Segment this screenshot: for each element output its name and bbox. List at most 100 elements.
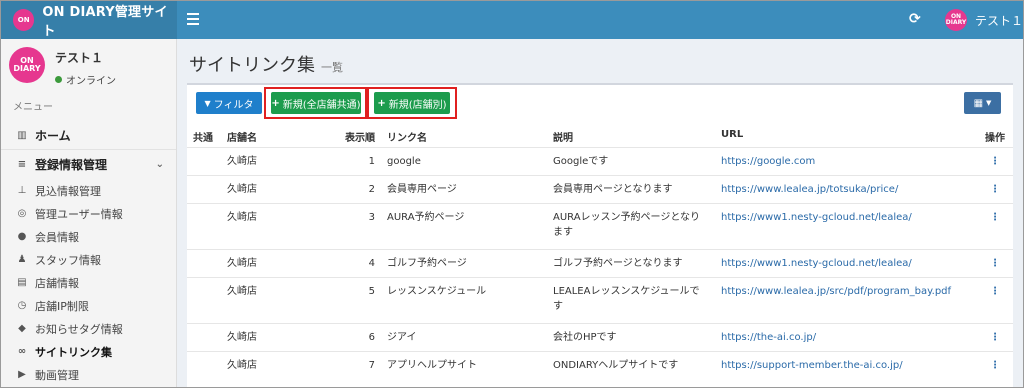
row-actions-icon[interactable]: ⋮ [977, 276, 1013, 323]
row-actions-icon[interactable]: ⋮ [977, 248, 1013, 277]
cell-url[interactable]: https://the-ai.co.jp/ [715, 322, 977, 351]
table-row[interactable]: 久崎店 7 アプリヘルプサイト ONDIARYヘルプサイトです https://… [187, 350, 1013, 379]
table-row[interactable]: 久崎店 3 AURA予約ページ AURAレッスン予約ページとなります https… [187, 202, 1013, 249]
filter-button-label: フィルタ [213, 99, 254, 111]
sidebar-item-label: ホーム [35, 128, 71, 143]
col-header-order[interactable]: 表示順 [301, 125, 381, 147]
table-row[interactable]: 久崎店 6 ジアイ 会社のHPです https://the-ai.co.jp/ … [187, 322, 1013, 351]
tag-icon: ◆ [18, 323, 26, 334]
sidebar-item-home[interactable]: ▥ ホーム [1, 121, 176, 149]
filter-button[interactable]: ▼ フィルタ [196, 92, 262, 114]
cell-order: 5 [301, 276, 381, 323]
sidebar-item-label: 見込情報管理 [35, 184, 101, 198]
sidebar-item-admin-users[interactable]: ◎ 管理ユーザー情報 [1, 202, 176, 225]
cell-common [187, 174, 221, 203]
sidebar-item-news-tags[interactable]: ◆ お知らせタグ情報 [1, 317, 176, 340]
logo-icon: ON [13, 9, 35, 31]
sidebar-item-label: お知らせタグ情報 [35, 322, 123, 336]
cell-url[interactable]: https://www1.nesty-gcloud.net/lealea/ [715, 248, 977, 277]
row-actions-icon[interactable]: ⋮ [977, 202, 1013, 249]
row-actions-icon[interactable]: ⋮ [977, 174, 1013, 203]
table-row[interactable]: 久崎店 2 会員専用ページ 会員専用ページとなります https://www.l… [187, 174, 1013, 203]
cell-order: 3 [301, 202, 381, 249]
cell-link-name: レッスンスケジュール [381, 276, 547, 323]
row-actions-icon[interactable]: ⋮ [977, 322, 1013, 351]
avatar: ON DIARY [945, 9, 967, 31]
cell-description: ONDIARYヘルプサイトです [547, 350, 715, 379]
cell-store: 久崎店 [221, 322, 301, 351]
sidebar-item-members[interactable]: ● 会員情報 [1, 225, 176, 248]
caret-down-icon: ▼ [986, 99, 992, 107]
online-status: オンライン [55, 72, 116, 87]
new-all-button-label: 新規(全店舗共通) [282, 99, 361, 111]
avatar: ON DIARY [9, 47, 45, 83]
cell-url[interactable]: https://www.lealea.jp/totsuka/price/ [715, 174, 977, 203]
sidebar-item-label: 店舗情報 [35, 276, 79, 290]
cell-common [187, 350, 221, 379]
row-actions-icon[interactable]: ⋮ [977, 146, 1013, 175]
bar-chart-icon: ▥ [17, 129, 27, 141]
link-icon: ∞ [17, 346, 27, 357]
store-icon: ▤ [17, 277, 27, 288]
eye-slash-icon: ◎ [17, 208, 27, 219]
cell-description: 会社のHPです [547, 322, 715, 351]
refresh-icon[interactable]: ⟳ [909, 11, 921, 27]
cell-order: 2 [301, 174, 381, 203]
col-header-store[interactable]: 店舗名 [221, 125, 301, 147]
cell-link-name: google [381, 146, 547, 175]
sidebar-section-registration[interactable]: ≡ 登録情報管理 ⌄ [1, 149, 176, 179]
col-header-url[interactable]: URL [715, 125, 977, 147]
sidebar-item-label: 会員情報 [35, 230, 79, 244]
cell-order: 4 [301, 248, 381, 277]
cell-common [187, 322, 221, 351]
col-header-description[interactable]: 説明 [547, 125, 715, 147]
sidebar-item-prospects[interactable]: ⊥ 見込情報管理 [1, 179, 176, 202]
sidebar-item-store-ip[interactable]: ◷ 店舗IP制限 [1, 294, 176, 317]
cell-link-name: ジアイ [381, 322, 547, 351]
table-row[interactable]: 久崎店 5 レッスンスケジュール LEALEAレッスンスケジュールです http… [187, 276, 1013, 323]
app-window: ON ON DIARY管理サイト ⟳ ON DIARY テスト１ ON DIARY … [0, 0, 1024, 388]
cell-store: 久崎店 [221, 202, 301, 249]
table-row[interactable]: 久崎店 4 ゴルフ予約ページ ゴルフ予約ページとなります https://www… [187, 248, 1013, 277]
brand-logo-area[interactable]: ON ON DIARY管理サイト [1, 1, 177, 39]
user-menu[interactable]: ON DIARY テスト１ [945, 9, 1023, 31]
cell-description: 会員専用ページとなります [547, 174, 715, 203]
col-header-common[interactable]: 共通 [187, 125, 221, 147]
sidebar-nav: ▥ ホーム ≡ 登録情報管理 ⌄ ⊥ 見込情報管理 ◎ 管理ユーザー情報 ● 会… [1, 121, 176, 386]
thumb-tack-icon: ⊥ [17, 185, 27, 196]
online-status-label: オンライン [66, 76, 116, 87]
cell-store: 久崎店 [221, 248, 301, 277]
col-header-actions: 操作 [985, 133, 1005, 144]
cell-link-name: AURA予約ページ [381, 202, 547, 249]
page-header: サイトリンク集 一覧 [189, 51, 343, 77]
cell-description: Googleです [547, 146, 715, 175]
sidebar-item-site-links[interactable]: ∞ サイトリンク集 [1, 340, 176, 363]
plus-icon: + [271, 97, 280, 109]
sidebar-item-stores[interactable]: ▤ 店舗情報 [1, 271, 176, 294]
cell-url[interactable]: https://www.lealea.jp/src/pdf/program_ba… [715, 276, 977, 323]
col-header-link-name[interactable]: リンク名 [381, 125, 547, 147]
page-title: サイトリンク集 [189, 55, 315, 76]
user-name: テスト１ [975, 13, 1024, 28]
list-icon: ≡ [17, 159, 27, 170]
cell-store: 久崎店 [221, 174, 301, 203]
cell-url[interactable]: https://support-member.the-ai.co.jp/ [715, 350, 977, 379]
table-icon: ▦ [973, 97, 984, 109]
cell-description: AURAレッスン予約ページとなります [547, 202, 715, 249]
cell-description: ゴルフ予約ページとなります [547, 248, 715, 277]
list-box: ▼ フィルタ + 新規(全店舗共通) + 新規(店舗別) ▦ ▼ 共通 店舗名 … [187, 83, 1013, 387]
new-store-button[interactable]: + 新規(店舗別) [374, 92, 450, 114]
top-navbar: ON ON DIARY管理サイト ⟳ ON DIARY テスト１ [1, 1, 1023, 39]
page-subtitle: 一覧 [321, 61, 343, 74]
cell-url[interactable]: https://www1.nesty-gcloud.net/lealea/ [715, 202, 977, 249]
new-all-stores-button[interactable]: + 新規(全店舗共通) [271, 92, 361, 114]
user-panel: ON DIARY テスト１ オンライン [9, 47, 116, 87]
sidebar-item-videos[interactable]: ▶ 動画管理 [1, 363, 176, 386]
table-row[interactable]: 久崎店 1 google Googleです https://google.com… [187, 146, 1013, 175]
cell-url[interactable]: https://google.com [715, 146, 977, 175]
hamburger-icon[interactable] [187, 10, 203, 28]
row-actions-icon[interactable]: ⋮ [977, 350, 1013, 379]
sidebar-item-staff[interactable]: ♟ スタッフ情報 [1, 248, 176, 271]
cell-store: 久崎店 [221, 276, 301, 323]
column-toggle-button[interactable]: ▦ ▼ [964, 92, 1001, 114]
